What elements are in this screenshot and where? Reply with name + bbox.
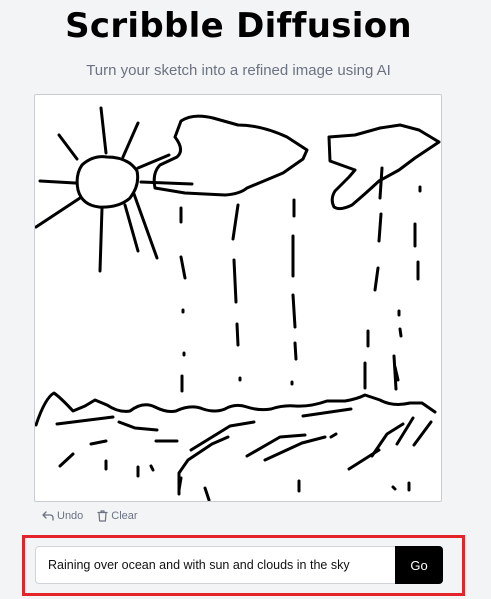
canvas-controls: Undo Clear [42,510,138,522]
rain-drop [179,255,187,280]
rain-drop [398,327,403,338]
ocean-wave [189,420,256,452]
rain-drop [235,322,240,347]
ocean-wave [203,486,211,501]
sun-ray [139,180,194,186]
ocean-wave [177,435,230,496]
sketch-canvas[interactable] [34,94,442,502]
clear-button[interactable]: Clear [97,510,138,522]
ocean-wave [89,439,108,446]
rain-drop [377,212,383,243]
sun-ray [98,206,104,273]
rain-drop [232,258,238,304]
rain-drop [293,341,298,361]
rain-drop [373,266,380,292]
trash-icon [97,510,108,522]
go-button[interactable]: Go [395,546,443,584]
rain-drop [291,293,297,329]
clear-label: Clear [111,510,138,522]
undo-label: Undo [57,510,84,522]
rain-drop [378,166,384,200]
prompt-input[interactable] [35,546,395,584]
sun-ray [121,121,140,159]
ocean-wave [149,464,155,472]
undo-button[interactable]: Undo [42,510,83,522]
cloud-right [327,123,441,211]
sun-ray [57,133,79,161]
ocean-wave [58,452,75,468]
sun-ray [123,203,140,253]
app-subtitle: Turn your sketch into a refined image us… [86,62,391,79]
ocean-wave [329,432,338,439]
sun-ray [35,196,82,229]
ocean-wave [395,416,415,446]
sun-ray [99,106,108,155]
ocean-wave [412,420,433,447]
app-title: Scribble Diffusion [65,6,412,46]
sun-ray [38,179,77,185]
sun-circle [75,155,140,209]
ocean-wave [391,485,397,491]
ocean-wave [55,415,115,426]
undo-arrow-icon [42,511,54,521]
sketch-drawing [35,106,441,501]
ocean-wave [301,407,353,418]
rain-drop [231,203,240,241]
ocean-wave [117,420,159,432]
